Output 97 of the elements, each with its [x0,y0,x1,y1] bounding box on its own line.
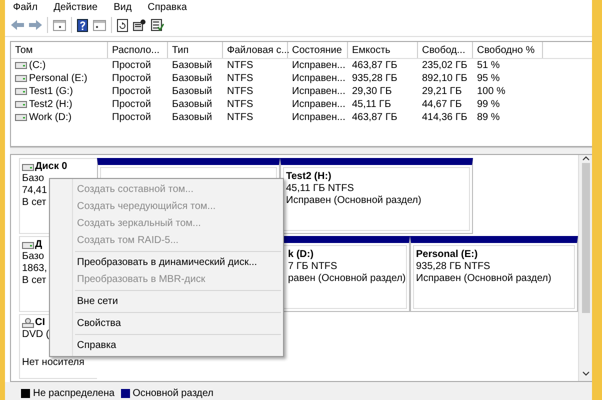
help-icon[interactable] [77,18,88,32]
disk-info: Базо [22,251,44,263]
partition-info: 45,11 ГБ NTFS [286,183,355,195]
legend-label: Основной раздел [132,388,214,398]
table-cell-text: 44,67 ГБ [421,98,463,111]
drive-icon [22,164,34,170]
disk-info: 1863, [22,263,48,275]
drive-icon [15,62,27,69]
table-cell: (C:) [29,60,46,71]
table-cell-text: Исправен... [291,111,346,124]
menu-item[interactable]: Справка [148,2,187,12]
panel-icon[interactable] [93,20,106,30]
table-cell-text: Базовый [171,85,214,98]
table-cell-text: Простой [111,72,152,85]
table-cell-text: Простой [111,59,152,72]
table-cell-text: Исправен... [291,59,346,72]
column-header[interactable]: Емкость [348,42,418,58]
table-cell-text: 935,28 ГБ [351,72,398,85]
disk-name: Диск 0 [35,161,68,173]
scroll-down-icon[interactable] [582,371,590,377]
table-cell-text: 99 % [476,98,501,111]
partition-info: Исправен (Основной раздел) [286,195,422,207]
table-cell-text: NTFS [226,59,254,72]
partition-info: 935,28 ГБ NTFS [416,261,492,273]
drive-icon [15,88,27,95]
table-cell-text: 29,30 ГБ [351,85,393,98]
checklist-icon[interactable] [151,19,164,31]
drive-icon [15,101,27,108]
table-cell-text: Простой [111,85,152,98]
menu-item[interactable]: Преобразовать в динамический диск... [50,254,283,271]
refresh-document-icon[interactable] [117,18,128,32]
disk-info: В сет [22,275,46,287]
disk-info: В сет [22,197,46,209]
drive-icon [22,242,34,248]
menu-item[interactable]: Файл [13,2,38,12]
table-cell-text: NTFS [226,72,254,85]
table-cell-text: Простой [111,111,152,124]
table-cell-text: Базовый [171,72,214,85]
disk-name: CI [35,317,45,329]
properties-icon[interactable] [133,19,146,31]
drive-icon [15,75,27,82]
table-cell-text: 100 % [476,85,506,98]
drive-icon [15,114,27,121]
table-cell: Test2 (H:) [29,99,72,110]
table-cell-text: 414,36 ГБ [421,111,468,124]
disk-info: 74,41 [22,185,48,197]
partition-name: Personal (E:) [416,249,479,261]
optical-drive-icon [22,318,34,328]
table-cell-text: Базовый [171,111,214,124]
table-cell-text: Исправен... [291,98,346,111]
column-header[interactable]: Тип [168,42,223,58]
disk-info: Базо [22,173,44,185]
column-header[interactable]: Файловая с... [223,42,288,58]
table-cell-text: 89 % [476,111,501,124]
table-cell-text: 95 % [476,72,501,85]
table-cell-text: NTFS [226,111,254,124]
table-cell-text: NTFS [226,85,254,98]
table-cell-text: 45,11 ГБ [351,98,392,111]
menu-item[interactable]: Вид [114,2,132,12]
partition-name: k (D:) [288,249,315,261]
column-header[interactable]: Свободно % [473,42,543,58]
menu-item[interactable]: Справка [50,337,283,354]
disk-name: Д [35,239,42,251]
forward-arrow-icon[interactable] [29,20,42,30]
table-cell-text: 463,87 ГБ [351,111,398,124]
table-cell-text: Базовый [171,98,214,111]
partition-info: 7 ГБ NTFS [288,261,338,273]
partition-info: Исправен (Основной раздел) [416,273,552,285]
table-cell-text: 235,02 ГБ [421,59,468,72]
column-header[interactable]: Располо... [108,42,168,58]
table-cell: Work (D:) [29,112,72,123]
table-cell-text: 463,87 ГБ [351,59,398,72]
table-cell-text: 29,21 ГБ [421,85,463,98]
column-header[interactable]: Состояние [288,42,348,58]
disk-info: DVD ( [22,329,50,341]
partition-info: равен (Основной раздел) [288,273,404,285]
legend-label: Не распределена [33,388,115,398]
table-cell-text: NTFS [226,98,254,111]
table-cell-text: Исправен... [291,72,346,85]
menu-item[interactable]: Свойства [50,315,283,332]
table-cell-text: Исправен... [291,85,346,98]
table-cell-text: Простой [111,98,152,111]
back-arrow-icon[interactable] [11,20,24,30]
table-cell-text: Базовый [171,59,214,72]
column-header[interactable]: Том [11,42,108,58]
table-cell: Personal (E:) [29,73,88,84]
disk-info: Нет носителя [22,357,84,369]
column-header[interactable]: Свобод... [418,42,473,58]
table-cell-text: 51 % [476,59,501,72]
menu-item[interactable]: Действие [54,2,98,12]
scrollbar-thumb[interactable] [582,163,590,313]
partition-name: Test2 (H:) [286,171,332,183]
table-cell: Test1 (G:) [29,86,73,97]
table-cell-text: 892,10 ГБ [421,72,468,85]
menu-item[interactable]: Вне сети [50,293,283,310]
panel-icon[interactable] [53,20,66,30]
scroll-up-icon[interactable] [582,155,590,161]
